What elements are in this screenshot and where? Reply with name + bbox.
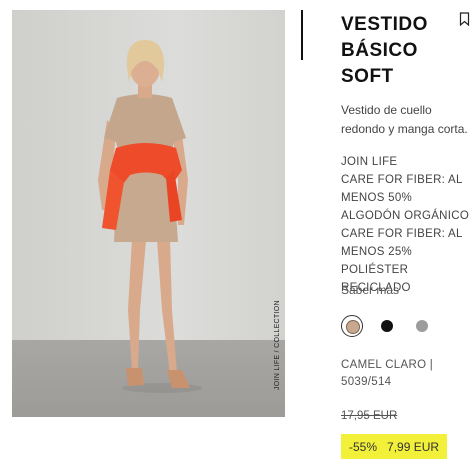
swatch-dot	[346, 320, 360, 334]
product-image[interactable]: JOIN LIFE / COLLECTION	[12, 10, 285, 417]
product-title: VESTIDO BÁSICO SOFT	[341, 12, 451, 90]
color-swatch-grey[interactable]	[411, 315, 433, 337]
discount-percent: -55%	[349, 439, 378, 454]
composition-line: CARE FOR FIBER: AL MENOS 50% ALGODÓN ORG…	[341, 174, 470, 222]
more-info-link[interactable]: Saber más	[341, 283, 399, 297]
color-swatch-camel-claro[interactable]	[341, 315, 363, 337]
product-description: Vestido de cuello redondo y manga corta.	[341, 103, 468, 136]
divider	[301, 10, 303, 60]
composition-info: JOIN LIFE CARE FOR FIBER: AL MENOS 50% A…	[341, 153, 473, 297]
sale-price: 7,99 EUR	[387, 439, 440, 454]
product-title-line: VESTIDO	[341, 14, 428, 35]
swatch-dot	[416, 320, 428, 332]
original-price: 17,95 EUR	[341, 410, 398, 422]
model-illustration	[98, 40, 202, 393]
sale-price-badge: -55% 7,99 EUR	[341, 434, 448, 459]
product-title-line: BÁSICO	[341, 40, 418, 61]
swatch-dot	[381, 320, 393, 332]
bookmark-icon[interactable]	[459, 12, 470, 26]
color-swatch-black[interactable]	[376, 315, 398, 337]
collection-label: JOIN LIFE / COLLECTION	[274, 300, 281, 390]
composition-line: JOIN LIFE	[341, 156, 398, 168]
product-title-line: SOFT	[341, 66, 394, 87]
color-reference: CAMEL CLARO | 5039/514	[341, 359, 434, 388]
